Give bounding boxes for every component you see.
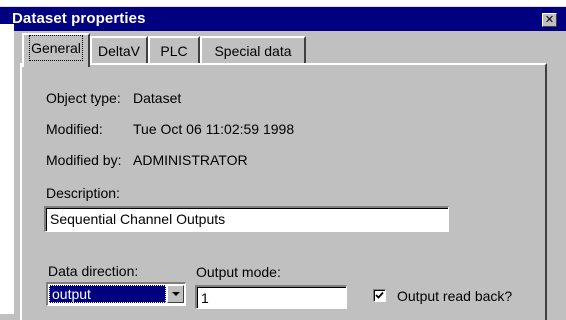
title-bar: Dataset properties ✕: [0, 7, 566, 31]
tab-deltav-label: DeltaV: [97, 43, 141, 59]
screen: Dataset properties ✕ t General DeltaV PL…: [0, 0, 566, 320]
data-direction-value: output: [49, 285, 166, 303]
chevron-down-icon[interactable]: [167, 285, 184, 303]
checkmark-icon: [375, 291, 384, 299]
output-mode-label: Output mode:: [196, 264, 281, 280]
tab-plc-label: PLC: [160, 43, 188, 59]
tab-deltav[interactable]: DeltaV: [90, 36, 148, 64]
data-direction-select[interactable]: output: [46, 282, 186, 306]
background-document: [0, 24, 14, 314]
modified-by-label: Modified by:: [46, 152, 122, 168]
description-label: Description:: [46, 185, 120, 201]
output-mode-input[interactable]: 1: [195, 285, 347, 309]
modified-by-value: ADMINISTRATOR: [133, 152, 248, 168]
modified-label: Modified:: [46, 121, 103, 137]
modified-value: Tue Oct 06 11:02:59 1998: [133, 121, 295, 137]
output-read-back-checkbox[interactable]: [373, 289, 386, 302]
object-type-label: Object type:: [46, 90, 121, 106]
close-icon: ✕: [544, 13, 555, 26]
window-title: Dataset properties: [12, 10, 146, 27]
output-read-back-label: Output read back?: [397, 288, 513, 304]
tab-plc[interactable]: PLC: [148, 36, 200, 64]
close-button[interactable]: ✕: [542, 13, 557, 27]
tab-special-data-label: Special data: [214, 43, 292, 59]
object-type-value: Dataset: [133, 90, 182, 106]
tab-special-data[interactable]: Special data: [200, 36, 306, 64]
tab-general[interactable]: General: [22, 33, 90, 67]
description-input[interactable]: Sequential Channel Outputs: [44, 206, 449, 232]
data-direction-label: Data direction:: [48, 263, 139, 279]
tab-general-label: General: [29, 35, 83, 61]
